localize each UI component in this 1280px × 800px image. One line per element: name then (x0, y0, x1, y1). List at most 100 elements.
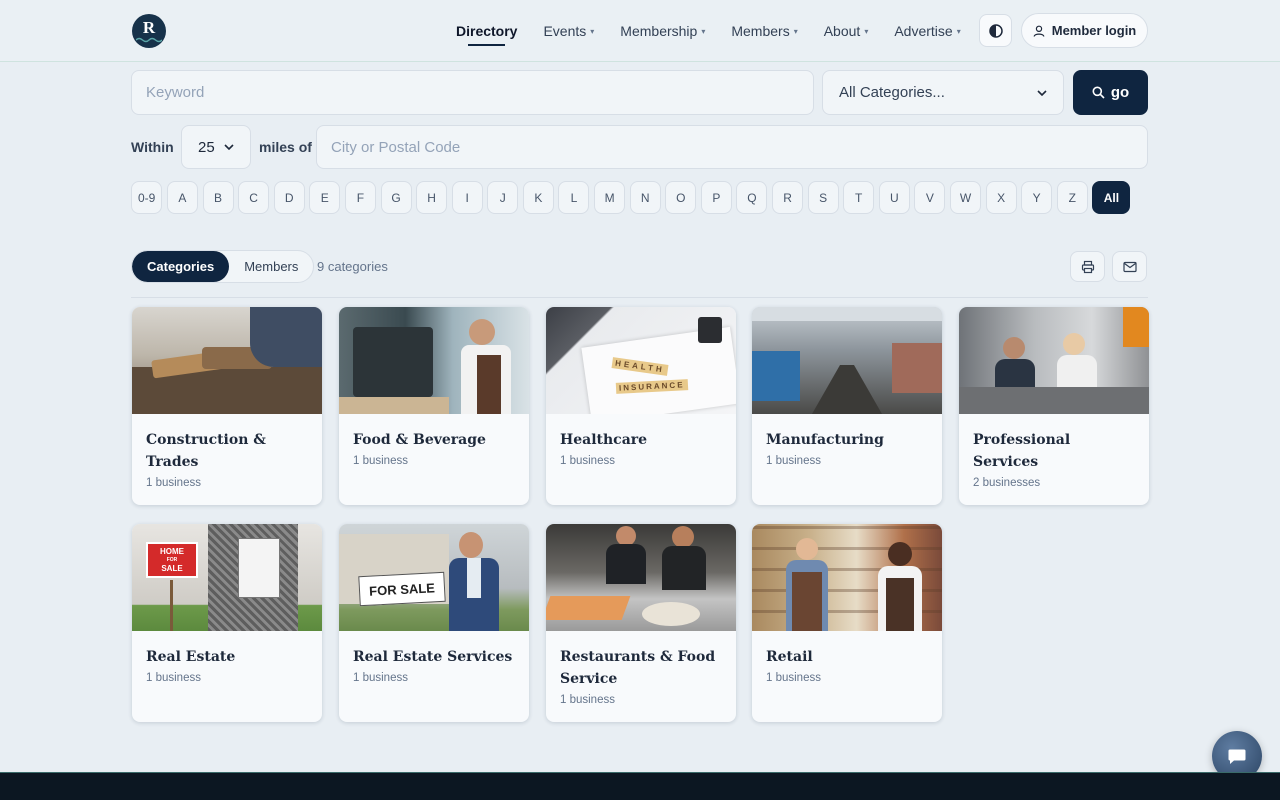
search-icon (1092, 86, 1105, 99)
card-count: 1 business (766, 455, 821, 467)
card-title: Retail (766, 649, 813, 665)
tab-members[interactable]: Members (229, 251, 313, 282)
chevron-down-icon (224, 144, 234, 150)
print-button[interactable] (1070, 251, 1105, 282)
site-logo[interactable]: R (132, 14, 166, 48)
nav-directory[interactable]: Directory (456, 0, 517, 62)
category-card-restaurants[interactable]: Restaurants & Food Service 1 business (546, 524, 736, 722)
category-select-value: All Categories... (839, 84, 945, 101)
category-select[interactable]: All Categories... (822, 70, 1064, 115)
go-button[interactable]: go (1073, 70, 1148, 115)
letter-filter-n[interactable]: N (629, 181, 661, 214)
letter-filter-c[interactable]: C (238, 181, 270, 214)
category-card-retail[interactable]: Retail 1 business (752, 524, 942, 722)
city-postal-input[interactable] (316, 125, 1148, 169)
nav-label: Members (731, 23, 790, 39)
main-nav: Directory Events ▾ Membership ▾ Members ▾ A… (456, 0, 961, 62)
printer-icon (1081, 260, 1094, 273)
letter-filter-k[interactable]: K (522, 181, 554, 214)
card-title: Construction & Trades (146, 432, 266, 470)
card-image-healthcare: HEALTH INSURANCE (546, 307, 736, 414)
nav-label: Membership (620, 23, 698, 39)
card-image-real-estate-services: FOR SALE (339, 524, 529, 631)
letter-filter-e[interactable]: E (309, 181, 341, 214)
category-card-food-beverage[interactable]: Food & Beverage 1 business (339, 307, 529, 505)
member-login-button[interactable]: Member login (1021, 13, 1148, 48)
letter-filter-m[interactable]: M (594, 181, 626, 214)
letter-filter-i[interactable]: I (451, 181, 483, 214)
category-card-professional-services[interactable]: Professional Services 2 businesses (959, 307, 1149, 505)
tab-categories[interactable]: Categories (132, 251, 230, 282)
site-header: R Directory Events ▾ Membership ▾ Members ▾… (0, 0, 1280, 62)
letter-filter-0-9[interactable]: 0-9 (131, 181, 163, 214)
within-label: Within (131, 139, 174, 155)
card-image-real-estate: HOME FOR SALE (132, 524, 322, 631)
letter-filter-y[interactable]: Y (1021, 181, 1053, 214)
letter-filter-z[interactable]: Z (1056, 181, 1088, 214)
letter-filter-j[interactable]: J (487, 181, 519, 214)
card-title: Real Estate Services (353, 649, 513, 665)
email-button[interactable] (1112, 251, 1147, 282)
logo-letter: R (142, 18, 156, 37)
card-image-restaurants (546, 524, 736, 631)
nav-label: Events (543, 23, 587, 39)
nav-advertise[interactable]: Advertise ▾ (894, 0, 960, 62)
card-title: Restaurants & Food Service (560, 649, 716, 687)
caret-down-icon: ▾ (793, 26, 798, 36)
image-text-sale: SALE (161, 564, 183, 573)
image-text-for-sale: FOR SALE (358, 571, 446, 607)
letter-filter-s[interactable]: S (807, 181, 839, 214)
category-count: 9 categories (317, 259, 388, 274)
letter-filter-o[interactable]: O (665, 181, 697, 214)
letter-filter-all[interactable]: All (1092, 181, 1131, 214)
letter-filter-d[interactable]: D (273, 181, 305, 214)
keyword-input[interactable] (131, 70, 814, 115)
contrast-icon (988, 23, 1003, 38)
caret-down-icon: ▾ (590, 26, 595, 36)
nav-label: Directory (456, 23, 518, 39)
nav-members[interactable]: Members ▾ (731, 0, 797, 62)
card-image-retail (752, 524, 942, 631)
letter-filter-b[interactable]: B (202, 181, 234, 214)
chat-icon (1228, 749, 1246, 764)
card-title: Real Estate (146, 649, 236, 665)
caret-down-icon: ▾ (864, 26, 869, 36)
letter-filter-p[interactable]: P (700, 181, 732, 214)
letter-filter-x[interactable]: X (985, 181, 1017, 214)
card-count: 1 business (560, 455, 615, 467)
mail-icon (1122, 261, 1137, 272)
card-count: 1 business (560, 694, 615, 706)
theme-toggle-button[interactable] (979, 14, 1012, 47)
card-title: Healthcare (560, 432, 648, 448)
letter-filter-f[interactable]: F (344, 181, 376, 214)
card-image-food-beverage (339, 307, 529, 414)
card-count: 2 businesses (973, 477, 1041, 489)
category-card-manufacturing[interactable]: Manufacturing 1 business (752, 307, 942, 505)
letter-filter-t[interactable]: T (843, 181, 875, 214)
letter-filter-v[interactable]: V (914, 181, 946, 214)
letter-filter-w[interactable]: W (950, 181, 981, 214)
nav-about[interactable]: About ▾ (824, 0, 869, 62)
nav-membership[interactable]: Membership ▾ (620, 0, 705, 62)
site-footer (0, 772, 1280, 800)
letter-filter-u[interactable]: U (878, 181, 910, 214)
category-card-real-estate-services[interactable]: FOR SALE Real Estate Services 1 business (339, 524, 529, 722)
category-card-construction[interactable]: Construction & Trades 1 business (132, 307, 322, 505)
nav-events[interactable]: Events ▾ (543, 0, 594, 62)
user-icon (1033, 25, 1045, 37)
letter-filter-h[interactable]: H (416, 181, 448, 214)
caret-down-icon: ▾ (956, 26, 961, 36)
view-toggle: Categories Members (131, 250, 315, 283)
letter-filter-l[interactable]: L (558, 181, 590, 214)
letter-filter-a[interactable]: A (166, 181, 198, 214)
divider (131, 297, 1148, 298)
card-image-construction (132, 307, 322, 414)
letter-filter-g[interactable]: G (380, 181, 412, 214)
card-count: 1 business (146, 477, 201, 489)
letter-filter-r[interactable]: R (772, 181, 804, 214)
category-card-healthcare[interactable]: HEALTH INSURANCE Healthcare 1 business (546, 307, 736, 505)
letter-filter-q[interactable]: Q (736, 181, 768, 214)
category-card-real-estate[interactable]: HOME FOR SALE Real Estate 1 business (132, 524, 322, 722)
login-label: Member login (1051, 23, 1137, 38)
miles-select[interactable]: 25 (181, 125, 251, 169)
